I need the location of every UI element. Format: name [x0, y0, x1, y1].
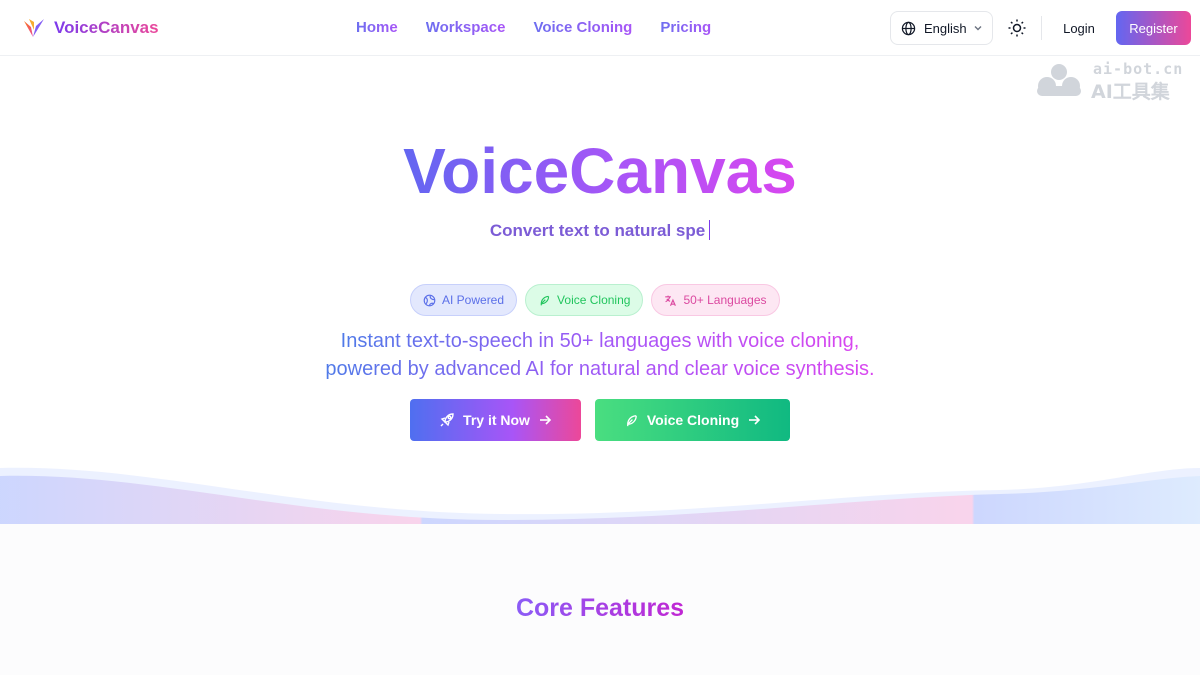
badge-voice-cloning: Voice Cloning [525, 284, 644, 316]
typewriter-subtitle: Convert text to natural spe [0, 220, 1200, 242]
voice-cloning-label: Voice Cloning [646, 412, 740, 428]
brand-name: VoiceCanvas [54, 18, 159, 37]
watermark-title: AI工具集 [1091, 81, 1170, 103]
nav-voice-cloning[interactable]: Voice Cloning [533, 19, 632, 36]
badge-label: AI Powered [442, 293, 505, 307]
arrow-right-icon [539, 415, 552, 425]
core-features-heading: Core Features [0, 592, 1200, 624]
badge-label: 50+ Languages [683, 293, 767, 307]
core-features-text: Core Features [515, 594, 685, 622]
hero-wave-decoration [0, 467, 1200, 524]
globe-icon [423, 294, 436, 306]
hero-title: VoiceCanvas [0, 132, 1200, 210]
try-it-now-button[interactable]: Try it Now [410, 399, 581, 441]
badge-label: Voice Cloning [557, 293, 631, 307]
description-line-1: Instant text-to-speech in 50+ languages … [340, 330, 860, 352]
feature-badges: AI Powered Voice Cloning 50+ Languages [410, 284, 780, 316]
try-it-now-label: Try it Now [463, 412, 530, 428]
chevron-down-icon [974, 26, 982, 31]
rocket-icon [440, 413, 454, 427]
typewriter-text: Convert text to natural spe [489, 221, 706, 240]
page: VoiceCanvas Home Workspace Voice Cloning… [0, 0, 1200, 675]
nav-home[interactable]: Home [356, 19, 398, 36]
watermark-logo-icon [1037, 64, 1081, 96]
watermark: ai-bot.cn AI工具集 [1033, 60, 1193, 103]
nav-workspace[interactable]: Workspace [426, 19, 506, 36]
sun-icon[interactable] [1007, 18, 1027, 38]
description-line-2: powered by advanced AI for natural and c… [325, 358, 875, 380]
language-label: English [924, 20, 967, 36]
badge-languages: 50+ Languages [651, 284, 780, 316]
arrow-right-icon [749, 415, 761, 425]
brand-link[interactable]: VoiceCanvas [22, 16, 159, 40]
main-nav: Home Workspace Voice Cloning Pricing [356, 19, 711, 36]
watermark-domain: ai-bot.cn [1093, 60, 1184, 78]
language-select[interactable]: English [890, 11, 993, 45]
nav-divider [1041, 16, 1042, 40]
feather-icon [540, 295, 550, 305]
top-navbar: VoiceCanvas Home Workspace Voice Cloning… [0, 0, 1200, 56]
translate-icon [665, 295, 677, 306]
badge-ai-powered: AI Powered [410, 284, 518, 316]
voice-cloning-button[interactable]: Voice Cloning [595, 399, 790, 441]
login-button[interactable]: Login [1052, 11, 1106, 45]
register-button[interactable]: Register [1116, 11, 1191, 45]
voicecanvas-logo-icon [24, 19, 44, 37]
globe-icon [901, 21, 916, 35]
nav-pricing[interactable]: Pricing [660, 19, 711, 36]
feather-icon [626, 414, 637, 426]
hero-description: Instant text-to-speech in 50+ languages … [0, 327, 1200, 383]
hero-title-text: VoiceCanvas [403, 135, 797, 207]
text-caret [709, 220, 711, 240]
